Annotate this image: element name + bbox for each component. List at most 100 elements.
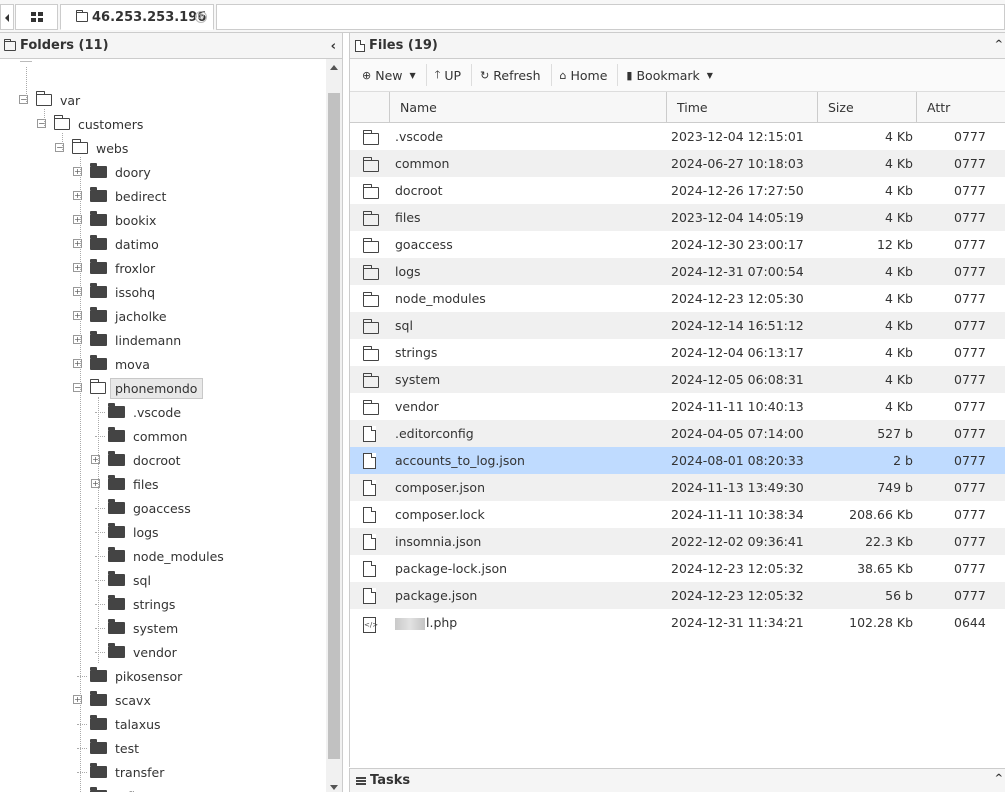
tree-item-scavx[interactable]: + scavx: [73, 688, 151, 712]
folder-icon: [90, 307, 107, 322]
folder-icon: [363, 346, 379, 361]
file-row[interactable]: sql 2024-12-14 16:51:12 4 Kb 0777: [350, 312, 1005, 339]
tree-item-customers[interactable]: − customers: [37, 112, 144, 136]
tasks-bar[interactable]: Tasks ^: [349, 768, 1005, 792]
close-tab-icon[interactable]: ⊗: [195, 11, 207, 23]
file-attr: 0777: [954, 507, 986, 522]
tree-item-bedirect[interactable]: + bedirect: [73, 184, 167, 208]
tree-item-talaxus[interactable]: talaxus: [77, 712, 161, 736]
file-name-text: composer.json: [395, 480, 486, 495]
file-row[interactable]: </> l.php 2024-12-31 11:34:21 102.28 Kb 0644: [350, 609, 1005, 636]
tree-item-label: bedirect: [115, 188, 167, 204]
file-name-text: files: [395, 210, 421, 225]
redacted-text: [395, 617, 425, 630]
file-size: 4 Kb: [884, 156, 913, 171]
files-panel: Files (19) ^ ⊕ New ▼ 🡑 UP ↻ Refresh ⌂ Ho…: [349, 33, 1005, 767]
tree-item-mova[interactable]: + mova: [73, 352, 150, 376]
tree-item-goaccess[interactable]: goaccess: [95, 496, 191, 520]
up-button[interactable]: 🡑 UP: [431, 64, 473, 86]
tree-item-froxlor[interactable]: + froxlor: [73, 256, 155, 280]
file-name: system: [395, 372, 440, 387]
tree-item-docroot[interactable]: + docroot: [91, 448, 181, 472]
column-header-attr[interactable]: Attr: [917, 92, 1005, 123]
collapse-panel-button[interactable]: ‹: [331, 39, 336, 54]
tree-item-test[interactable]: test: [77, 736, 139, 760]
tree-item-system[interactable]: system: [95, 616, 178, 640]
file-name: sql: [395, 318, 413, 333]
files-table-body: .vscode 2023-12-04 12:15:01 4 Kb 0777 common…: [350, 123, 1005, 636]
file-row[interactable]: docroot 2024-12-26 17:27:50 4 Kb 0777: [350, 177, 1005, 204]
tree-connector: [95, 436, 105, 437]
file-row[interactable]: vendor 2024-11-11 10:40:13 4 Kb 0777: [350, 393, 1005, 420]
file-row[interactable]: strings 2024-12-04 06:13:17 4 Kb 0777: [350, 339, 1005, 366]
tree-item-logs[interactable]: logs: [95, 520, 159, 544]
tree-item-vendor[interactable]: vendor: [95, 640, 177, 664]
tree-item-label: customers: [78, 116, 144, 132]
file-row[interactable]: composer.lock 2024-11-11 10:38:34 208.66 K…: [350, 501, 1005, 528]
file-row[interactable]: insomnia.json 2022-12-02 09:36:41 22.3 Kb 0…: [350, 528, 1005, 555]
tree-item-label: phonemondo: [110, 377, 204, 399]
column-header-name[interactable]: Name: [390, 92, 667, 123]
column-header-time[interactable]: Time: [667, 92, 818, 123]
file-icon: [363, 507, 376, 523]
file-row[interactable]: common 2024-06-27 10:18:03 4 Kb 0777: [350, 150, 1005, 177]
tree-item-datimo[interactable]: + datimo: [73, 232, 159, 256]
file-icon: [355, 39, 365, 52]
file-row[interactable]: goaccess 2024-12-30 23:00:17 12 Kb 0777: [350, 231, 1005, 258]
file-size: 38.65 Kb: [857, 561, 913, 576]
panel-expand-icon[interactable]: ^: [995, 39, 1003, 50]
tasks-expand-icon[interactable]: ^: [995, 773, 1003, 784]
tree-item-doory[interactable]: + doory: [73, 160, 151, 184]
folder-icon: [363, 373, 379, 388]
file-size: 208.66 Kb: [849, 507, 913, 522]
file-row[interactable]: package-lock.json 2024-12-23 12:05:32 38.6…: [350, 555, 1005, 582]
tree-item-vscode[interactable]: .vscode: [95, 400, 181, 424]
file-time: 2024-08-01 08:20:33: [671, 453, 804, 468]
new-button[interactable]: ⊕ New ▼: [358, 64, 427, 86]
refresh-button[interactable]: ↻ Refresh: [476, 64, 552, 86]
tab-scroll-left-button[interactable]: [0, 4, 14, 30]
tree-item-lindemann[interactable]: + lindemann: [73, 328, 181, 352]
tab-server-host[interactable]: 46.253.253.196 ⊗: [60, 4, 214, 30]
tree-item-pikosensor[interactable]: pikosensor: [77, 664, 182, 688]
file-row[interactable]: files 2023-12-04 14:05:19 4 Kb 0777: [350, 204, 1005, 231]
file-time: 2024-12-26 17:27:50: [671, 183, 804, 198]
tree-item-jacholke[interactable]: + jacholke: [73, 304, 167, 328]
tree-item-common[interactable]: common: [95, 424, 187, 448]
file-row[interactable]: system 2024-12-05 06:08:31 4 Kb 0777: [350, 366, 1005, 393]
tree-guide-line: [98, 397, 99, 663]
file-row[interactable]: accounts_to_log.json 2024-08-01 08:20:33 2…: [350, 447, 1005, 474]
file-row[interactable]: package.json 2024-12-23 12:05:32 56 b 0777: [350, 582, 1005, 609]
tree-item-files[interactable]: + files: [91, 472, 159, 496]
bookmark-button[interactable]: ▮ Bookmark ▼: [622, 64, 723, 86]
file-row[interactable]: node_modules 2024-12-23 12:05:30 4 Kb 0777: [350, 285, 1005, 312]
file-attr: 0777: [954, 372, 986, 387]
tree-item-node-modules[interactable]: node_modules: [95, 544, 224, 568]
tree-item-var[interactable]: − var: [19, 88, 80, 112]
file-size: 56 b: [885, 588, 913, 603]
tree-item-sql[interactable]: sql: [95, 568, 151, 592]
file-time: 2024-12-30 23:00:17: [671, 237, 804, 252]
tree-item-vtfip[interactable]: vtfip: [90, 784, 143, 792]
column-header-size[interactable]: Size: [818, 92, 917, 123]
tree-item-strings[interactable]: strings: [95, 592, 175, 616]
folder-tree-scrollbar[interactable]: [326, 59, 342, 792]
file-row[interactable]: composer.json 2024-11-13 13:49:30 749 b 077…: [350, 474, 1005, 501]
tree-item-bookix[interactable]: + bookix: [73, 208, 156, 232]
tree-item-issohq[interactable]: + issohq: [73, 280, 155, 304]
home-button[interactable]: ⌂ Home: [556, 64, 619, 86]
file-row[interactable]: logs 2024-12-31 07:00:54 4 Kb 0777: [350, 258, 1005, 285]
folder-icon: [90, 331, 107, 346]
file-row[interactable]: .vscode 2023-12-04 12:15:01 4 Kb 0777: [350, 123, 1005, 150]
scroll-down-arrow-icon[interactable]: [330, 785, 338, 790]
scroll-up-arrow-icon[interactable]: [330, 65, 338, 70]
scrollbar-thumb[interactable]: [328, 93, 340, 759]
apps-grid-button[interactable]: [15, 4, 58, 30]
file-row[interactable]: .editorconfig 2024-04-05 07:14:00 527 b 077…: [350, 420, 1005, 447]
refresh-icon: ↻: [480, 68, 490, 82]
tree-item-transfer[interactable]: transfer: [77, 760, 164, 784]
file-attr: 0777: [954, 453, 986, 468]
folder-icon: [90, 739, 107, 754]
tree-item-phonemondo[interactable]: − phonemondo: [73, 376, 204, 400]
file-row-icon: [363, 210, 379, 226]
